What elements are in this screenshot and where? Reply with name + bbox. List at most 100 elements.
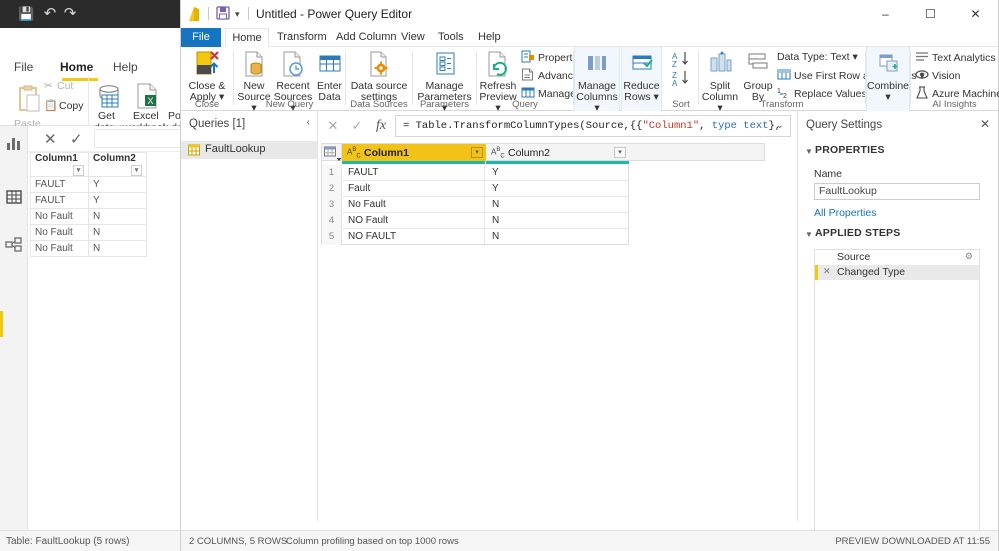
tab-add-column[interactable]: Add Column bbox=[336, 28, 397, 47]
model-view-icon[interactable] bbox=[5, 236, 23, 254]
third-data-button-line1[interactable]: Po bbox=[168, 110, 181, 122]
pbi-tab-help[interactable]: Help bbox=[113, 60, 138, 74]
chevron-down-icon[interactable]: ▾ bbox=[471, 147, 483, 158]
cell-column2[interactable]: Y bbox=[486, 181, 628, 197]
formula-input[interactable]: = Table.TransformColumnTypes(Source,{{"C… bbox=[395, 115, 791, 137]
chevron-down-icon[interactable]: ▾ bbox=[885, 91, 890, 103]
cell-column2[interactable]: N bbox=[486, 213, 628, 229]
column-header-column2[interactable]: ABC Column2 ▾ bbox=[486, 144, 629, 161]
tab-tools[interactable]: Tools bbox=[438, 28, 464, 47]
excel-label-line1[interactable]: Excel bbox=[133, 110, 159, 122]
pbi-status-text: Table: FaultLookup (5 rows) bbox=[6, 536, 130, 547]
cell-column2[interactable]: Y bbox=[486, 165, 628, 181]
text-analytics-button[interactable]: Text Analytics bbox=[915, 50, 996, 65]
tab-home[interactable]: Home bbox=[225, 28, 269, 47]
properties-collapse-arrow-icon[interactable]: ▼ bbox=[805, 147, 813, 156]
column-header-column1[interactable]: ABC Column1 ▾ bbox=[342, 144, 486, 161]
sort-descending-icon[interactable]: ZA bbox=[672, 69, 690, 90]
select-all-icon[interactable] bbox=[322, 144, 342, 161]
undo-icon[interactable]: ↶ bbox=[42, 6, 58, 22]
table-row[interactable]: No Fault N bbox=[30, 208, 147, 225]
chevron-down-icon[interactable]: ▾ bbox=[614, 147, 626, 158]
data-source-settings-button[interactable]: Data source settings bbox=[348, 49, 410, 103]
gear-icon[interactable]: ⚙ bbox=[965, 251, 973, 262]
cancel-formula-icon[interactable]: ✕ bbox=[321, 115, 345, 137]
tab-file[interactable]: File bbox=[181, 28, 221, 47]
query-list-item-faultlookup[interactable]: FaultLookup bbox=[181, 141, 318, 159]
table-row[interactable]: FAULT Y bbox=[30, 176, 147, 193]
table-row[interactable]: No Fault N bbox=[30, 224, 147, 241]
close-and-apply-button[interactable]: Close & Apply ▾ bbox=[185, 49, 229, 103]
chevron-down-icon[interactable]: ▾ bbox=[131, 165, 142, 176]
copy-label[interactable]: Copy bbox=[59, 100, 84, 112]
table-row[interactable]: No Fault N bbox=[30, 240, 147, 257]
paste-icon[interactable] bbox=[14, 84, 48, 118]
quality-bar-column2 bbox=[486, 161, 629, 164]
copy-icon[interactable]: 📋 bbox=[44, 99, 58, 112]
combine-button[interactable]: Combine ▾ bbox=[867, 49, 909, 103]
tab-help[interactable]: Help bbox=[478, 28, 501, 47]
vision-button[interactable]: Vision bbox=[915, 68, 960, 83]
divider bbox=[208, 7, 209, 20]
pbi-commit-icon[interactable]: ✓ bbox=[70, 130, 83, 148]
chevron-down-icon[interactable]: ▾ bbox=[73, 165, 84, 176]
pbi-col-header-2[interactable]: Column2 ▾ bbox=[88, 152, 147, 177]
pbi-col-header-1[interactable]: Column1 ▾ bbox=[30, 152, 89, 177]
cell-column1[interactable]: FAULT bbox=[342, 165, 485, 181]
all-properties-link[interactable]: All Properties bbox=[814, 207, 876, 219]
maximize-button[interactable]: ☐ bbox=[908, 0, 953, 28]
collapse-queries-pane-icon[interactable]: ‹ bbox=[307, 117, 310, 128]
manage-columns-button[interactable]: Manage Columns ▾ bbox=[575, 49, 619, 114]
table-row[interactable]: 2 Fault Y bbox=[322, 181, 628, 197]
applied-step-changed-type[interactable]: ✕ Changed Type bbox=[815, 265, 979, 280]
close-button[interactable]: ✕ bbox=[953, 0, 998, 28]
expand-formula-chevron-down-icon[interactable]: ⌄ bbox=[776, 120, 784, 131]
chevron-down-icon[interactable]: ▾ bbox=[651, 91, 658, 103]
table-row[interactable]: 3 No Fault N bbox=[322, 197, 628, 213]
cell-column2[interactable]: N bbox=[486, 229, 628, 245]
tab-transform[interactable]: Transform bbox=[277, 28, 327, 47]
ribbon-group-label-transform: Transform bbox=[760, 99, 804, 110]
cell-column1[interactable]: NO FAULT bbox=[342, 229, 485, 245]
applied-step-source[interactable]: Source ⚙ bbox=[815, 250, 979, 265]
get-data-label-line1[interactable]: Get bbox=[98, 110, 115, 122]
table-row[interactable]: 1 FAULT Y bbox=[322, 165, 628, 181]
preview-pane: ✕ ✓ fx = Table.TransformColumnTypes(Sour… bbox=[319, 111, 796, 521]
pbi-cancel-icon[interactable]: ✕ bbox=[44, 130, 57, 148]
reduce-rows-button[interactable]: Reduce Rows ▾ bbox=[622, 49, 661, 103]
group-by-button[interactable]: Group By bbox=[741, 49, 775, 103]
formula-text: = Table.TransformColumnTypes(Source,{{"C… bbox=[403, 120, 781, 132]
table-row[interactable]: 4 NO Fault N bbox=[322, 213, 628, 229]
close-icon[interactable]: ✕ bbox=[980, 117, 990, 131]
applied-steps-collapse-arrow-icon[interactable]: ▼ bbox=[805, 230, 813, 239]
sort-ascending-icon[interactable]: AZ bbox=[672, 50, 690, 71]
commit-formula-icon[interactable]: ✓ bbox=[345, 115, 369, 137]
data-view-icon[interactable] bbox=[5, 188, 23, 206]
query-name-input[interactable]: FaultLookup bbox=[814, 183, 980, 200]
cell-column2[interactable]: N bbox=[486, 197, 628, 213]
redo-icon[interactable]: ↷ bbox=[62, 6, 78, 22]
enter-data-button[interactable]: Enter Data bbox=[314, 49, 345, 103]
excel-workbook-icon[interactable]: X bbox=[135, 83, 159, 109]
save-icon[interactable] bbox=[216, 6, 230, 20]
tab-view[interactable]: View bbox=[401, 28, 425, 47]
pbi-tab-file[interactable]: File bbox=[14, 60, 33, 74]
table-row[interactable]: FAULT Y bbox=[30, 192, 147, 209]
applied-step-label: Changed Type bbox=[837, 266, 906, 278]
fx-icon[interactable]: fx bbox=[369, 115, 393, 137]
pbi-col-header-2-label: Column2 bbox=[93, 153, 136, 164]
cell-column1[interactable]: No Fault bbox=[342, 197, 485, 213]
table-row[interactable]: 5 NO FAULT N bbox=[322, 229, 628, 245]
delete-step-icon[interactable]: ✕ bbox=[823, 266, 831, 277]
cell-column1[interactable]: NO Fault bbox=[342, 213, 485, 229]
minimize-button[interactable]: – bbox=[863, 0, 908, 28]
chevron-down-icon[interactable]: ▾ bbox=[850, 51, 857, 63]
save-icon[interactable]: 💾 bbox=[18, 6, 34, 22]
vision-label: Vision bbox=[932, 70, 961, 82]
report-view-icon[interactable] bbox=[5, 134, 23, 152]
data-type-button[interactable]: Data Type: Text ▾ bbox=[777, 50, 858, 65]
get-data-icon[interactable] bbox=[96, 83, 122, 109]
pbi-tab-home[interactable]: Home bbox=[60, 60, 93, 74]
customize-qat-chevron-down-icon[interactable]: ▾ bbox=[235, 9, 240, 20]
cell-column1[interactable]: Fault bbox=[342, 181, 485, 197]
